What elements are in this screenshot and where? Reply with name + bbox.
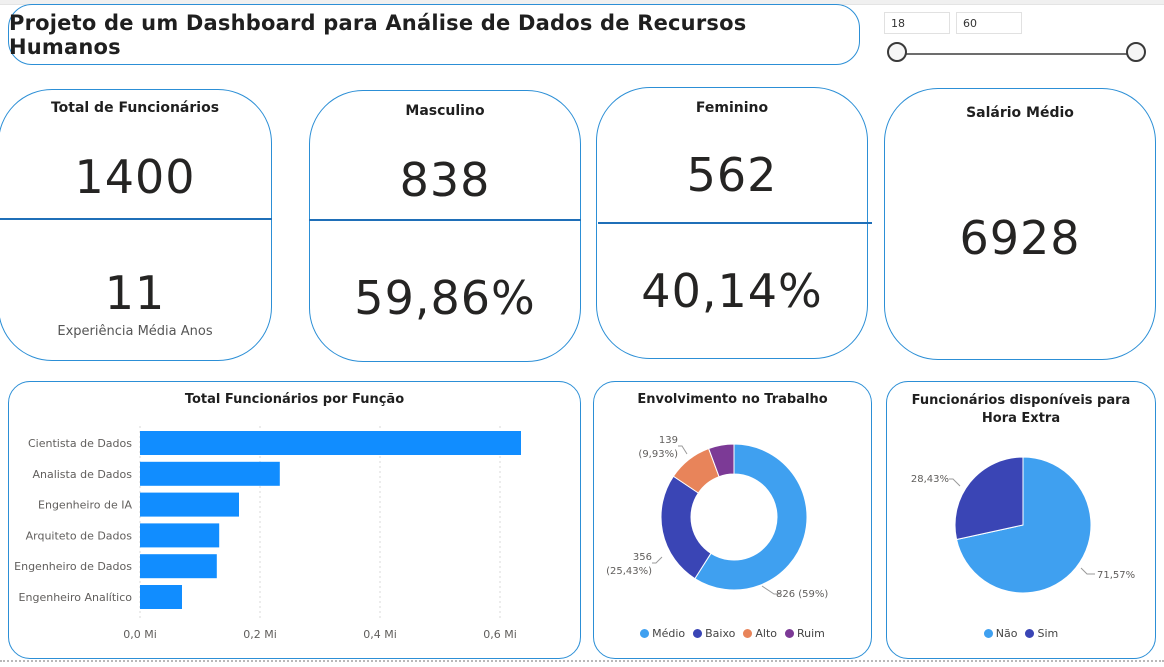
data-label-baixo: 356 xyxy=(633,552,652,563)
legend-dot-icon xyxy=(1025,629,1035,638)
engagement-donut-panel: Envolvimento no Trabalho 826 (59%) 356 (25… xyxy=(593,381,872,659)
legend-dot-icon xyxy=(640,629,650,638)
data-label-nao: 71,57% xyxy=(1097,570,1135,581)
y-tick-label: Engenheiro de IA xyxy=(38,499,132,512)
donut-legend: Médio Baixo Alto Ruim xyxy=(594,627,871,640)
dashboard-title-box: Projeto de um Dashboard para Análise de … xyxy=(8,4,860,65)
pie-legend: Não Sim xyxy=(887,627,1155,640)
bar-cientista-de-dados xyxy=(140,431,521,455)
y-tick-label: Engenheiro de Dados xyxy=(14,560,132,573)
bar-analista-de-dados xyxy=(140,461,280,486)
slice-baixo xyxy=(660,475,712,580)
overtime-pie-panel: Funcionários disponíveis para Hora Extra… xyxy=(886,381,1156,659)
card-divider xyxy=(0,218,272,220)
avg-salary-value: 6928 xyxy=(959,211,1081,265)
leader-line xyxy=(678,445,688,455)
dashboard-title: Projeto de um Dashboard para Análise de … xyxy=(9,10,747,59)
male-card: Masculino 838 59,86% xyxy=(309,90,581,362)
legend-item-medio[interactable]: Médio xyxy=(640,627,685,640)
legend-item-baixo[interactable]: Baixo xyxy=(693,627,735,640)
legend-item-nao[interactable]: Não xyxy=(983,627,1017,640)
legend-dot-icon xyxy=(983,629,993,638)
x-tick-label: 0,4 Mi xyxy=(363,628,397,641)
leader-line xyxy=(652,556,663,564)
card-title: Salário Médio xyxy=(966,105,1074,121)
x-tick-label: 0,2 Mi xyxy=(243,628,277,641)
female-count-value: 562 xyxy=(686,148,778,202)
donut-chart: 826 (59%) 356 (25,43%) 139 (9,93%) xyxy=(606,435,828,600)
x-tick-label: 0,0 Mi xyxy=(123,628,157,641)
card-divider xyxy=(598,222,872,224)
card-title: Masculino xyxy=(405,103,485,119)
role-bar-chart-panel: Total Funcionários por Função 0,0 Mi 0,2 … xyxy=(8,381,581,659)
bar-chart: 0,0 Mi 0,2 Mi 0,4 Mi 0,6 Mi Cientista de Dad… xyxy=(14,426,521,641)
x-tick-label: 0,6 Mi xyxy=(483,628,517,641)
y-tick-label: Analista de Dados xyxy=(32,468,132,481)
legend-dot-icon xyxy=(785,629,794,638)
data-label-medio: 826 (59%) xyxy=(776,589,828,600)
leader-line xyxy=(949,478,961,487)
bottom-edge xyxy=(0,660,1164,662)
legend-item-alto[interactable]: Alto xyxy=(743,627,777,640)
card-divider xyxy=(309,219,581,221)
range-max-input[interactable] xyxy=(956,12,1022,34)
data-label-alto: 139 xyxy=(659,435,678,446)
legend-dot-icon xyxy=(693,629,703,638)
male-count-value: 838 xyxy=(399,153,491,207)
range-min-input[interactable] xyxy=(884,12,950,34)
card-title: Feminino xyxy=(695,100,769,116)
data-label-alto: (9,93%) xyxy=(638,449,678,460)
leader-line xyxy=(1080,567,1095,575)
slider-track[interactable] xyxy=(898,53,1138,55)
bar-arquiteto-de-dados xyxy=(140,523,220,548)
female-percent-value: 40,14% xyxy=(641,264,823,318)
slider-max-handle[interactable] xyxy=(1126,42,1146,62)
y-tick-label: Cientista de Dados xyxy=(28,437,132,450)
age-range-slicer[interactable] xyxy=(884,12,1152,68)
y-tick-label: Arquiteto de Dados xyxy=(26,529,133,542)
bar-engenheiro-de-ia xyxy=(140,492,239,517)
slice-sim xyxy=(954,456,1024,541)
card-title: Total de Funcionários xyxy=(50,100,220,116)
legend-item-ruim[interactable]: Ruim xyxy=(785,627,825,640)
avg-experience-label: Experiência Média Anos xyxy=(57,324,213,339)
y-tick-label: Engenheiro Analítico xyxy=(19,591,133,604)
male-percent-value: 59,86% xyxy=(354,271,536,325)
pie-chart: 71,57% 28,43% xyxy=(911,456,1135,594)
slider-min-handle[interactable] xyxy=(887,42,907,62)
total-employees-value: 1400 xyxy=(74,150,196,204)
avg-salary-card: Salário Médio 6928 xyxy=(884,88,1156,360)
legend-dot-icon xyxy=(743,629,753,638)
legend-item-sim[interactable]: Sim xyxy=(1025,627,1058,640)
data-label-sim: 28,43% xyxy=(911,474,949,485)
total-employees-card: Total de Funcionários 1400 11 Experiênci… xyxy=(0,89,272,361)
bar-engenheiro-anal-tico xyxy=(140,585,182,609)
data-label-baixo: (25,43%) xyxy=(606,566,652,577)
bar-engenheiro-de-dados xyxy=(140,554,217,579)
avg-experience-value: 11 xyxy=(104,266,166,320)
